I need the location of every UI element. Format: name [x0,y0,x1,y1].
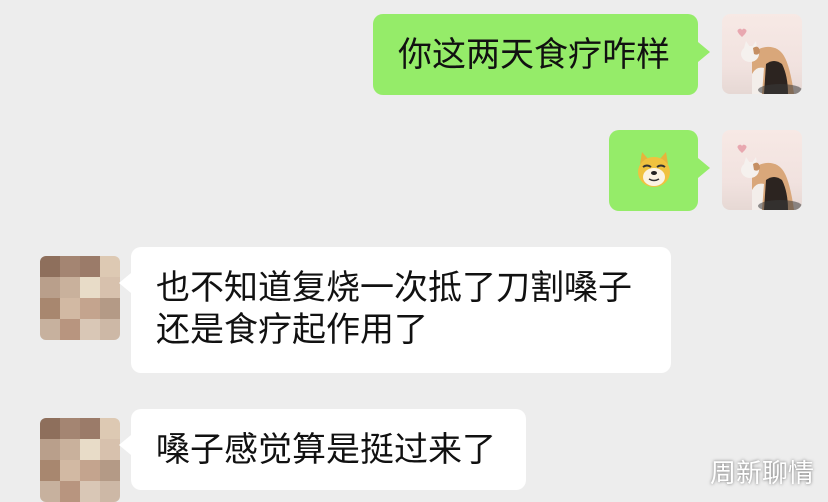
message-text-line: 还是食疗起作用了 [156,310,428,350]
message-text: 你这两天食疗咋样 [398,35,670,75]
bubble-tail [119,273,131,293]
contact-message-bubble[interactable]: 也不知道复烧一次抵了刀割嗓子 还是食疗起作用了 [119,247,671,373]
my-avatar[interactable] [722,14,802,94]
my-sticker-bubble[interactable] [609,130,710,211]
contact-avatar[interactable] [40,418,120,502]
watermark: 周新聊情 [709,459,814,489]
contact-message-bubble[interactable]: 嗓子感觉算是挺过来了 [119,409,526,490]
bubble-tail [698,42,710,62]
my-message-bubble[interactable]: 你这两天食疗咋样 [373,14,710,95]
bubble-tail [119,435,131,455]
contact-avatar[interactable] [40,256,120,340]
message-text: 嗓子感觉算是挺过来了 [156,430,496,470]
heart-icon [737,28,747,37]
blurred-avatar-image [40,418,120,502]
bubble-tail [698,158,710,178]
doge-emoji-icon [638,152,670,187]
blurred-avatar-image [40,256,120,340]
my-avatar[interactable] [722,130,802,210]
message-text-line: 也不知道复烧一次抵了刀割嗓子 [156,268,632,308]
heart-icon [737,144,747,153]
